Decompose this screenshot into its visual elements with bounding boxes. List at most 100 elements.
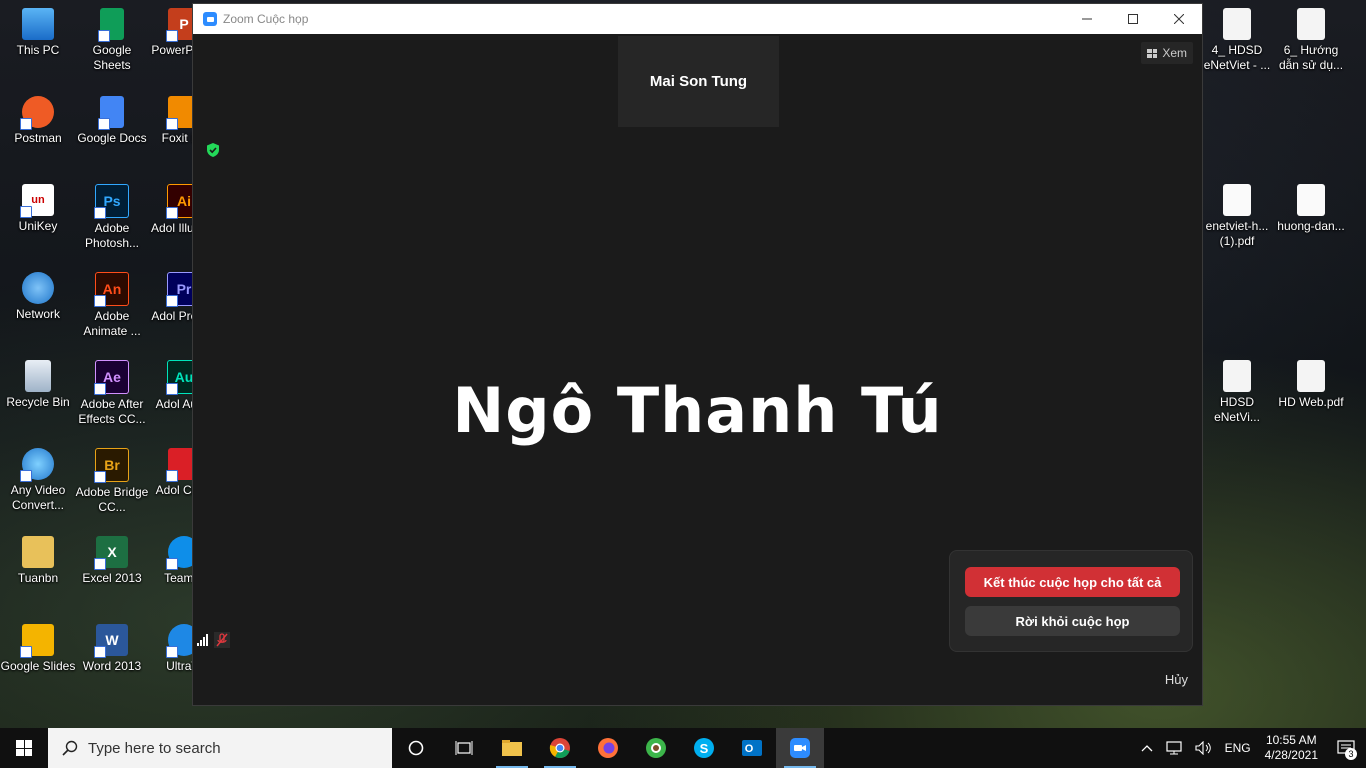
google-sheets-icon xyxy=(98,8,124,42)
desktop-icon-postman[interactable]: Postman xyxy=(0,96,76,146)
desktop-icon-word[interactable]: W Word 2013 xyxy=(74,624,150,674)
leave-meeting-button[interactable]: Rời khỏi cuộc họp xyxy=(965,606,1180,636)
desktop-icon-label: 6_ Hướng dẫn sử dụ... xyxy=(1278,43,1344,72)
taskbar-skype[interactable]: S xyxy=(680,728,728,768)
show-hidden-icons-button[interactable] xyxy=(1135,744,1159,752)
desktop-icon-label: Adobe Animate ... xyxy=(83,309,141,338)
desktop-icon-pdf[interactable]: huong-dan... xyxy=(1273,184,1349,234)
desktop-icon-animate[interactable]: An Adobe Animate ... xyxy=(74,272,150,339)
muted-microphone-icon xyxy=(214,632,230,648)
end-meeting-for-all-button[interactable]: Kết thúc cuộc họp cho tất cả xyxy=(965,567,1180,597)
desktop-icon-photoshop[interactable]: Ps Adobe Photosh... xyxy=(74,184,150,251)
network-icon xyxy=(22,272,54,304)
google-docs-icon xyxy=(98,96,124,130)
window-titlebar[interactable]: Zoom Cuộc họp xyxy=(193,4,1202,34)
search-icon xyxy=(62,740,78,756)
desktop-icon-pdf[interactable]: enetviet-h... (1).pdf xyxy=(1199,184,1275,249)
close-button[interactable] xyxy=(1156,4,1202,34)
desktop-icon-google-sheets[interactable]: Google Sheets xyxy=(74,8,150,73)
desktop-icon-label: Recycle Bin xyxy=(6,395,70,409)
desktop-icon-label: Any Video Convert... xyxy=(10,483,66,512)
desktop-icon-google-docs[interactable]: Google Docs xyxy=(74,96,150,146)
excel-icon: X xyxy=(94,536,128,570)
clock-date: 4/28/2021 xyxy=(1264,748,1318,762)
video-converter-icon xyxy=(20,448,54,482)
view-button-label: Xem xyxy=(1162,46,1187,60)
animate-icon: An xyxy=(94,272,129,307)
desktop-icon-label: Adobe Photosh... xyxy=(84,221,140,250)
desktop-icon-document[interactable]: 4_ HDSD eNetViet - ... xyxy=(1199,8,1275,73)
recycle-bin-icon xyxy=(25,360,51,392)
postman-icon xyxy=(20,96,54,130)
desktop-icon-label: Google Sheets xyxy=(92,43,132,72)
document-icon xyxy=(1223,8,1251,40)
google-slides-icon xyxy=(20,624,54,658)
window-controls xyxy=(1064,4,1202,34)
chevron-up-icon xyxy=(1141,745,1153,752)
active-speaker-name: Ngô Thanh Tú xyxy=(452,374,943,447)
close-icon xyxy=(1174,14,1184,24)
input-language-button[interactable]: ENG xyxy=(1219,741,1257,755)
connection-signal-icon xyxy=(197,634,208,646)
cortana-icon xyxy=(408,740,424,756)
desktop-icon-label: Adobe Bridge CC... xyxy=(75,485,149,514)
desktop-icon-this-pc[interactable]: This PC xyxy=(0,8,76,58)
meeting-video-area: Mai Son Tung Xem Ngô Thanh Tú Kết thúc c… xyxy=(193,34,1202,705)
taskbar-chrome[interactable] xyxy=(536,728,584,768)
desktop-icon-label: UniKey xyxy=(18,219,58,233)
window-title: Zoom Cuộc họp xyxy=(223,12,309,26)
desktop-icon-google-slides[interactable]: Google Slides xyxy=(0,624,76,674)
taskbar-firefox[interactable] xyxy=(584,728,632,768)
system-tray: ENG 10:55 AM 4/28/2021 3 xyxy=(1135,728,1366,768)
cancel-button[interactable]: Hủy xyxy=(1165,672,1188,687)
unikey-icon: un xyxy=(20,184,54,218)
start-button[interactable] xyxy=(0,728,48,768)
taskbar-file-explorer[interactable] xyxy=(488,728,536,768)
desktop-icon-unikey[interactable]: un UniKey xyxy=(0,184,76,234)
desktop-icon-label: enetviet-h... (1).pdf xyxy=(1205,219,1269,248)
taskbar-zoom[interactable] xyxy=(776,728,824,768)
leave-meeting-panel: Kết thúc cuộc họp cho tất cả Rời khỏi cu… xyxy=(949,550,1193,652)
desktop-icon-any-video-converter[interactable]: Any Video Convert... xyxy=(0,448,76,513)
minimize-icon xyxy=(1082,18,1092,20)
desktop-icon-tuanbn[interactable]: Tuanbn xyxy=(0,536,76,586)
desktop-icon-bridge[interactable]: Br Adobe Bridge CC... xyxy=(74,448,150,515)
desktop-icon-document[interactable]: HDSD eNetVi... xyxy=(1199,360,1275,425)
task-view-button[interactable] xyxy=(440,728,488,768)
chrome-icon xyxy=(549,738,570,759)
outlook-icon: O xyxy=(742,740,762,756)
desktop-icon-document[interactable]: 6_ Hướng dẫn sử dụ... xyxy=(1273,8,1349,73)
maximize-icon xyxy=(1128,14,1138,24)
desktop-icon-recycle-bin[interactable]: Recycle Bin xyxy=(0,360,76,410)
volume-icon xyxy=(1195,741,1211,755)
taskbar-outlook[interactable]: O xyxy=(728,728,776,768)
desktop-icon-pdf[interactable]: HD Web.pdf xyxy=(1273,360,1349,410)
cortana-button[interactable] xyxy=(392,728,440,768)
view-button[interactable]: Xem xyxy=(1141,42,1193,64)
volume-button[interactable] xyxy=(1189,741,1219,755)
minimize-button[interactable] xyxy=(1064,4,1110,34)
desktop-icon-network[interactable]: Network xyxy=(0,272,76,322)
network-button[interactable] xyxy=(1159,741,1189,755)
desktop-icon-label: Network xyxy=(15,307,60,321)
encryption-shield-icon[interactable] xyxy=(205,142,221,158)
windows-logo-icon xyxy=(16,740,32,756)
grid-view-icon xyxy=(1147,48,1158,58)
desktop-icon-label: 4_ HDSD eNetViet - ... xyxy=(1203,43,1271,72)
notification-count-badge: 3 xyxy=(1345,748,1357,760)
participant-thumbnail[interactable]: Mai Son Tung xyxy=(618,36,779,127)
taskbar-coccoc[interactable] xyxy=(632,728,680,768)
maximize-button[interactable] xyxy=(1110,4,1156,34)
action-center-button[interactable]: 3 xyxy=(1326,728,1366,768)
pdf-icon xyxy=(1297,184,1325,216)
task-view-icon xyxy=(455,741,473,755)
desktop-icon-label: HDSD eNetVi... xyxy=(1214,395,1260,424)
desktop-icon-excel[interactable]: X Excel 2013 xyxy=(74,536,150,586)
desktop-icon-label: Google Slides xyxy=(0,659,76,673)
taskbar-clock[interactable]: 10:55 AM 4/28/2021 xyxy=(1257,733,1326,763)
computer-icon xyxy=(22,8,54,40)
desktop-icon-label: This PC xyxy=(16,43,60,57)
desktop-icon-after-effects[interactable]: Ae Adobe After Effects CC... xyxy=(74,360,150,427)
document-icon xyxy=(1223,360,1251,392)
taskbar-search-box[interactable]: Type here to search xyxy=(48,728,392,768)
